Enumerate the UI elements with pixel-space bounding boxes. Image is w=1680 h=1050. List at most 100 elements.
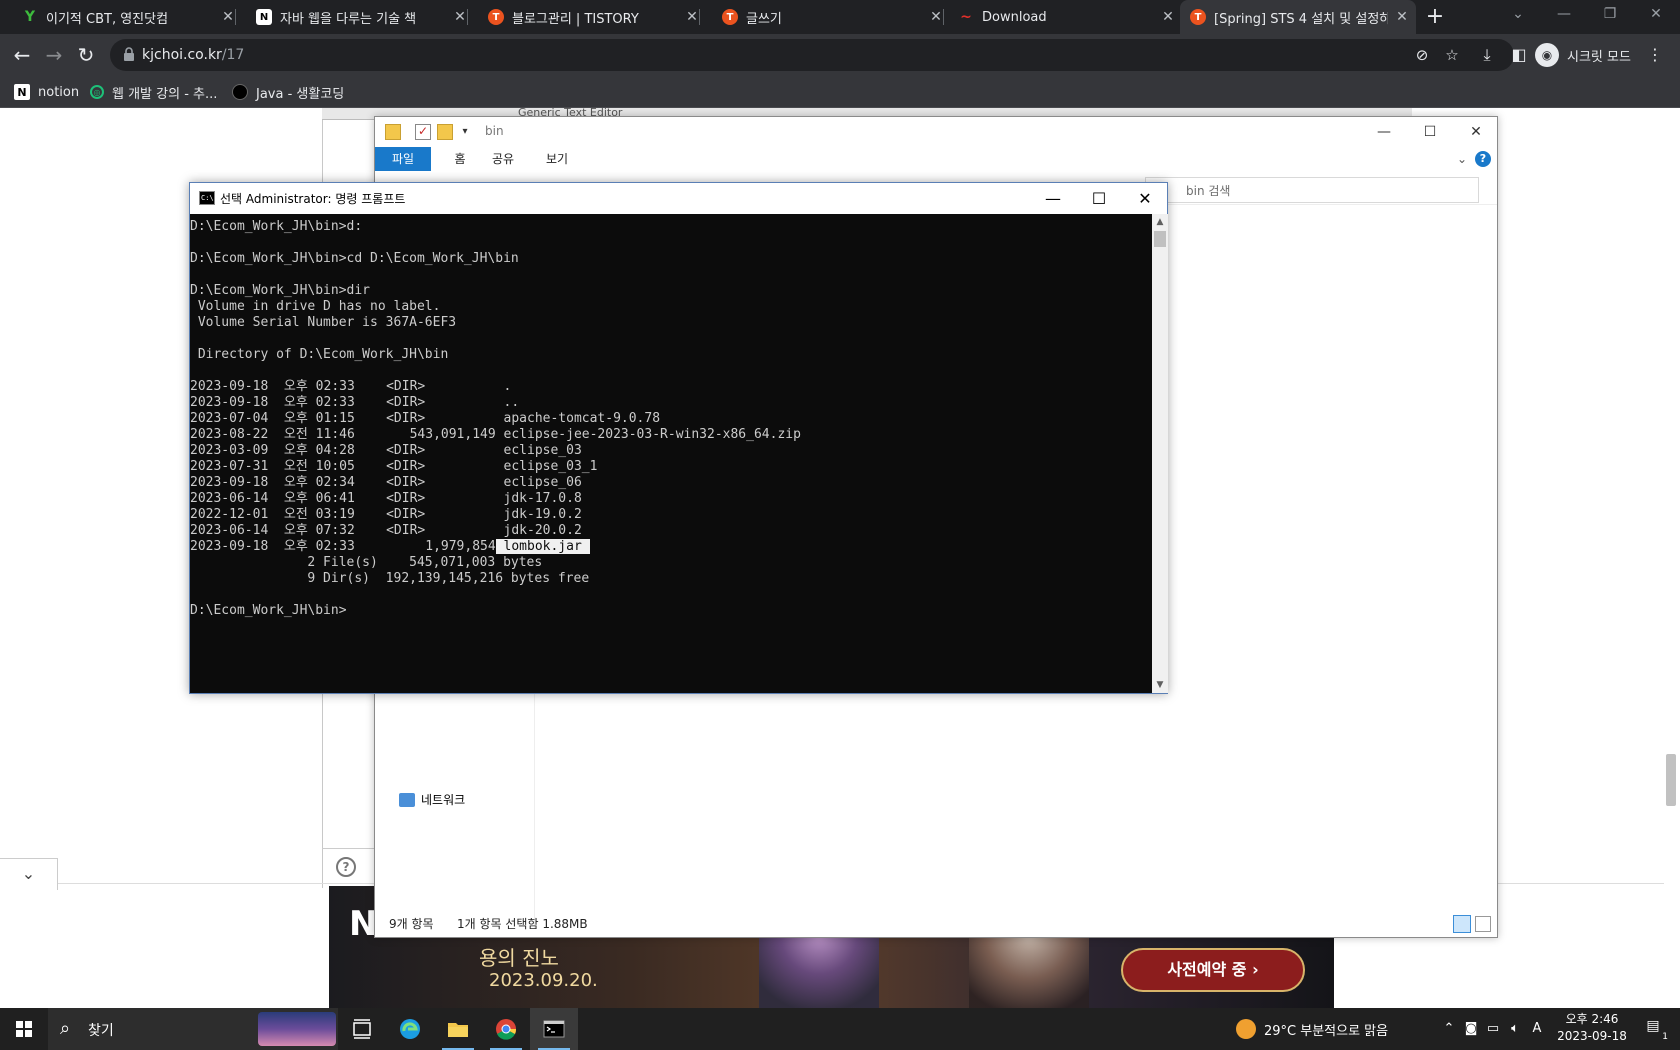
console-line: Volume Serial Number is 367A-6EF3 — [190, 315, 457, 330]
network-icon[interactable]: ▭ — [1484, 1019, 1502, 1039]
minimize-icon[interactable]: — — [1542, 0, 1586, 30]
tab-cbt[interactable]: Y 이기적 CBT, 영진닷컴 ✕ — [14, 0, 236, 34]
minimize-icon[interactable]: — — [1361, 117, 1407, 147]
ribbon-tab-home[interactable]: 홈 — [443, 147, 477, 171]
console-line: D:\Ecom_Work_JH\bin>d: — [190, 219, 363, 234]
tab-spring-sts[interactable]: T [Spring] STS 4 설치 및 설정하기 ✕ — [1180, 0, 1416, 34]
details-view-icon[interactable] — [1453, 915, 1471, 933]
close-tab-icon[interactable]: ✕ — [684, 9, 700, 25]
ribbon-tab-file[interactable]: 파일 — [375, 147, 431, 171]
tab-title: 글쓰기 — [746, 11, 782, 27]
menu-kebab-icon[interactable]: ⋮ — [1644, 44, 1666, 66]
download-icon[interactable]: ⤓ — [1476, 44, 1498, 66]
help-icon[interactable]: ? — [1475, 151, 1491, 167]
taskbar-edge[interactable] — [386, 1008, 434, 1050]
new-tab-button[interactable]: + — [1422, 4, 1448, 30]
ribbon-tab-view[interactable]: 보기 — [537, 147, 577, 171]
close-tab-icon[interactable]: ✕ — [928, 9, 944, 25]
eye-off-icon[interactable]: ⊘ — [1412, 45, 1432, 65]
console-prompt[interactable]: D:\Ecom_Work_JH\bin> — [190, 603, 1152, 619]
show-hidden-icons-chevron-up-icon[interactable]: ⌃ — [1440, 1019, 1458, 1039]
edge-icon — [400, 1019, 420, 1039]
close-tab-icon[interactable]: ✕ — [1394, 9, 1410, 25]
ribbon-expand-chevron-icon[interactable]: ⌄ — [1453, 147, 1471, 171]
side-panel-icon[interactable]: ◧ — [1508, 44, 1530, 66]
ribbon-tab-share[interactable]: 공유 — [483, 147, 523, 171]
tab-download[interactable]: ~ Download ✕ — [954, 0, 1176, 34]
yeongjin-favicon-icon: Y — [24, 9, 36, 25]
forward-arrow-icon[interactable]: → — [42, 43, 66, 67]
close-icon[interactable]: ✕ — [1634, 0, 1678, 30]
nav-item-network[interactable]: 네트워크 — [399, 791, 465, 808]
cmd-console-output[interactable]: D:\Ecom_Work_JH\bin>d: D:\Ecom_Work_JH\b… — [190, 214, 1152, 693]
start-button[interactable] — [0, 1008, 48, 1050]
page-scrollbar[interactable] — [1664, 108, 1680, 1008]
maximize-icon[interactable]: ☐ — [1407, 117, 1453, 147]
minimize-icon[interactable]: — — [1030, 183, 1076, 214]
cmd-app-icon: C:\ — [199, 191, 215, 205]
bookmark-opentutorials[interactable]: Java - 생활코딩 — [232, 82, 344, 102]
taskbar-file-explorer[interactable] — [434, 1008, 482, 1050]
tistory-favicon-icon: T — [1190, 9, 1206, 25]
close-icon[interactable]: ✕ — [1453, 117, 1499, 147]
camera-icon[interactable]: ◙ — [1462, 1019, 1480, 1039]
cmd-scrollbar[interactable]: ▲ ▼ — [1152, 214, 1168, 693]
explorer-titlebar: ✓ ▾ bin — ☐ ✕ — [375, 117, 1497, 147]
bookmark-star-icon[interactable]: ☆ — [1442, 45, 1462, 65]
tab-write[interactable]: T 글쓰기 ✕ — [712, 0, 944, 34]
notification-center-icon[interactable]: ▤ 1 — [1642, 1018, 1668, 1042]
tab-blog-admin[interactable]: T 블로그관리 | TISTORY ✕ — [478, 0, 700, 34]
large-icons-view-icon[interactable] — [1475, 916, 1491, 932]
tab-title: 이기적 CBT, 영진닷컴 — [46, 11, 169, 27]
incognito-icon: ◉ — [1535, 43, 1559, 67]
scrollbar-thumb[interactable] — [1154, 231, 1166, 247]
console-line: 2023-03-09 오후 04:28 <DIR> eclipse_03 — [190, 443, 582, 458]
taskbar-command-prompt[interactable] — [530, 1008, 578, 1050]
console-line: 2023-07-04 오후 01:15 <DIR> apache-tomcat-… — [190, 411, 661, 426]
notion-favicon-icon: N — [256, 9, 272, 25]
weather-widget[interactable]: 29°C 부분적으로 맑음 — [1236, 1019, 1388, 1039]
ime-indicator[interactable]: A — [1528, 1019, 1546, 1039]
new-folder-icon[interactable] — [437, 124, 453, 140]
clock[interactable]: 오후 2:46 2023-09-18 — [1552, 1011, 1632, 1045]
tab-title: [Spring] STS 4 설치 및 설정하기 — [1214, 11, 1388, 27]
close-icon[interactable]: ✕ — [1122, 183, 1168, 214]
console-line-selected: 2023-09-18 오후 02:33 1,979,854 lombok.jar — [190, 539, 1152, 555]
explorer-search-input[interactable]: bin 검색 — [1145, 177, 1479, 203]
bookmark-inflearn[interactable]: ◎ 웹 개발 강의 - 추... — [90, 82, 217, 102]
ad-preregister-button[interactable]: 사전예약 중 › — [1121, 948, 1305, 992]
properties-check-icon[interactable]: ✓ — [415, 124, 431, 140]
maximize-icon[interactable]: ☐ — [1076, 183, 1122, 214]
close-tab-icon[interactable]: ✕ — [220, 9, 236, 25]
incognito-profile-button[interactable]: ◉ 시크릿 모드 — [1535, 41, 1631, 69]
address-bar[interactable]: kjchoi.co.kr/17 ⊘ ☆ — [110, 39, 1514, 71]
close-tab-icon[interactable]: ✕ — [1160, 9, 1176, 25]
back-arrow-icon[interactable]: ← — [10, 43, 34, 67]
volume-icon[interactable]: 🔈︎ — [1506, 1019, 1524, 1039]
close-tab-icon[interactable]: ✕ — [452, 9, 468, 25]
network-icon — [399, 792, 415, 807]
cmd-titlebar[interactable]: C:\ 선택 Administrator: 명령 프롬프트 — ☐ ✕ — [190, 183, 1167, 214]
tab-title: 자바 웹을 다루는 기술 책 — [280, 11, 417, 27]
command-prompt-window[interactable]: C:\ 선택 Administrator: 명령 프롬프트 — ☐ ✕ D:\E… — [189, 182, 1168, 694]
search-highlight-image — [258, 1012, 336, 1046]
tab-java-web-book[interactable]: N 자바 웹을 다루는 기술 책 ✕ — [246, 0, 468, 34]
taskbar-chrome[interactable] — [482, 1008, 530, 1050]
scroll-down-icon[interactable]: ▼ — [1152, 677, 1168, 693]
restore-icon[interactable]: ❐ — [1588, 0, 1632, 30]
bookmark-notion[interactable]: N notion — [14, 82, 79, 102]
scroll-up-icon[interactable]: ▲ — [1152, 214, 1168, 230]
scrollbar-thumb[interactable] — [1666, 754, 1676, 806]
explorer-status-bar: 9개 항목 1개 항목 선택함 1.88MB — [375, 911, 1497, 937]
selected-text-highlight[interactable]: lombok.jar — [495, 539, 590, 554]
tab-search-icon[interactable]: ⌄ — [1496, 0, 1540, 30]
reload-icon[interactable]: ↻ — [74, 43, 98, 67]
task-view-button[interactable] — [338, 1008, 386, 1050]
collapse-chevron-down-icon[interactable]: ⌄ — [0, 858, 58, 890]
quick-access-dropdown-icon[interactable]: ▾ — [457, 124, 473, 140]
console-line: 2023-06-14 오후 07:32 <DIR> jdk-20.0.2 — [190, 523, 582, 538]
clock-time: 오후 2:46 — [1565, 1012, 1619, 1026]
tab-title: 블로그관리 | TISTORY — [512, 11, 639, 27]
taskbar-search-box[interactable]: ⌕ 찾기 — [48, 1008, 338, 1050]
